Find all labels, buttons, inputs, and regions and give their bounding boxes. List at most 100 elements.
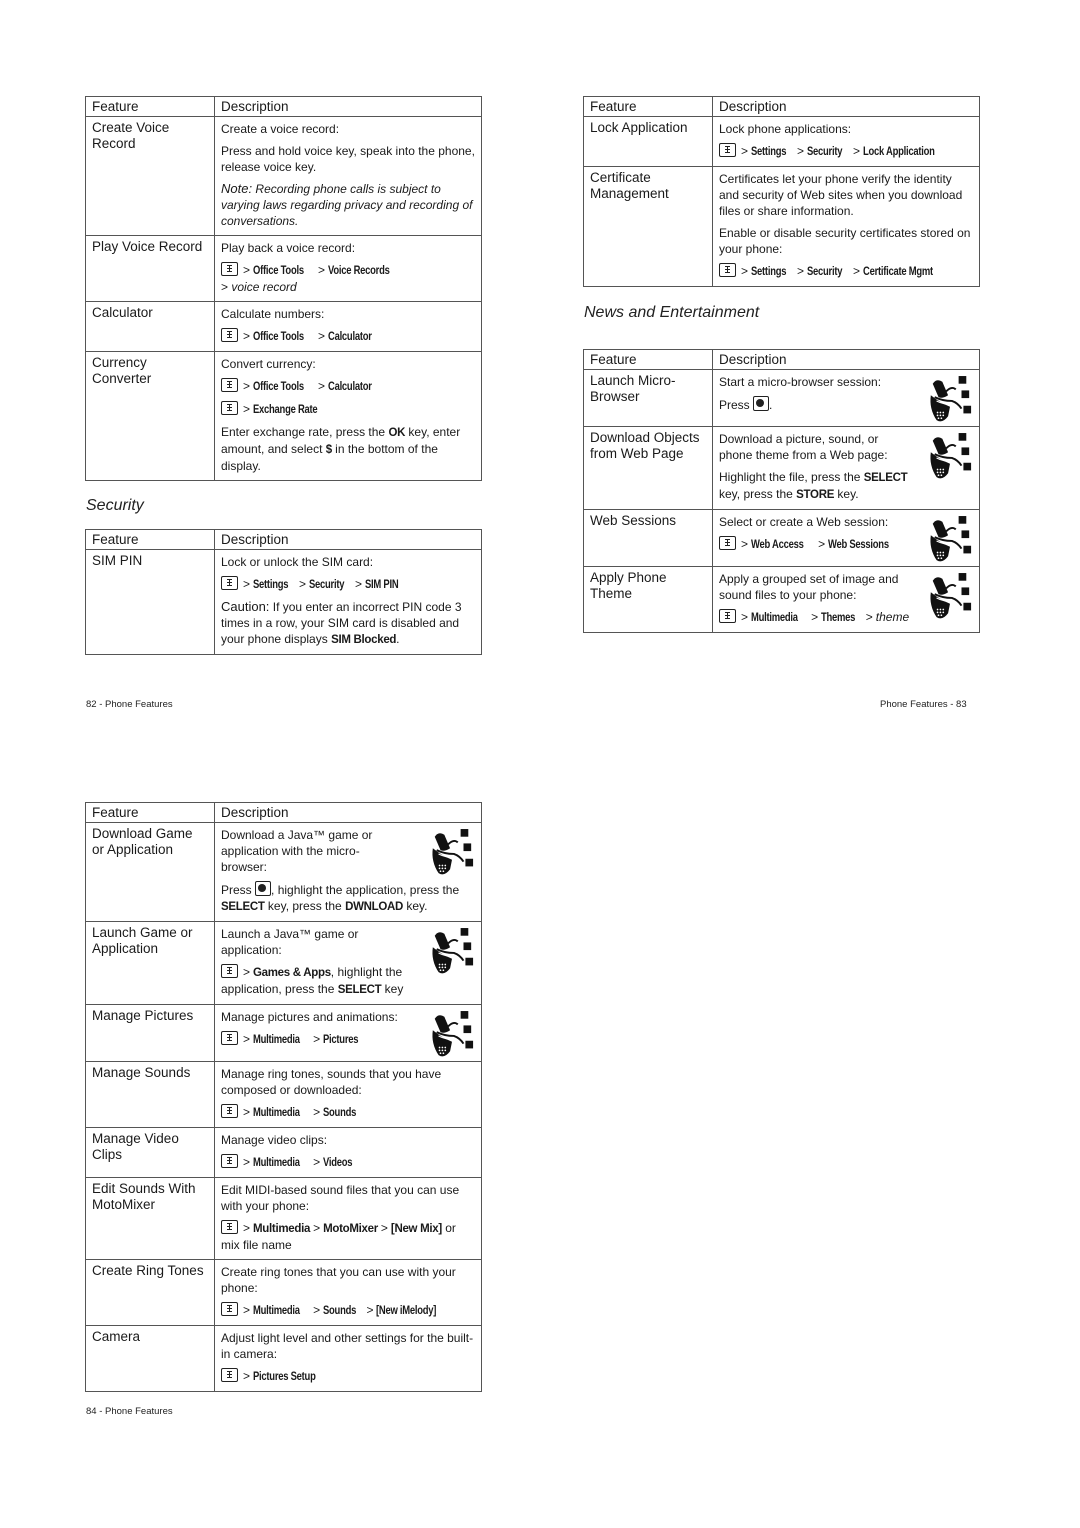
menu-path: > Office Tools > Calculator xyxy=(221,378,475,395)
note: Note: Recording phone calls is subject t… xyxy=(221,181,475,229)
feature-name: Edit Sounds With MotoMixer xyxy=(85,1177,215,1260)
desc-text: Manage ring tones, sounds that you have … xyxy=(221,1067,442,1097)
path-separator: > xyxy=(313,1303,321,1317)
menu-key-icon xyxy=(221,1154,238,1168)
feature-description: Lock or unlock the SIM card: > Settings > S… xyxy=(214,549,482,655)
browser-key-icon xyxy=(255,881,272,896)
menu-path: > Office Tools > Calculator xyxy=(221,328,475,345)
menu-path: > Multimedia > Sounds xyxy=(221,1104,475,1121)
feature-name: Download Objects from Web Page xyxy=(583,426,713,510)
menu-item: Videos xyxy=(323,1157,353,1169)
menu-key-icon xyxy=(221,1220,238,1234)
table-row: Lock Application Lock phone applications… xyxy=(583,116,980,167)
feature-description: Manage pictures and animations: > Multime… xyxy=(214,1004,482,1062)
page-footer-82: 82 - Phone Features xyxy=(86,699,173,710)
table-row: Certificate Management Certificates let … xyxy=(583,166,980,287)
feature-description: Manage video clips: > Multimedia > Videos xyxy=(214,1127,482,1178)
table-row: Create Voice Record Create a voice recor… xyxy=(85,116,482,236)
softkey-label: SELECT xyxy=(337,984,382,996)
table-row: Web Sessions Select or create a Web sess… xyxy=(583,509,980,567)
menu-item: Web Sessions xyxy=(828,539,889,551)
feature-name: Download Game or Application xyxy=(85,822,215,922)
menu-path: > Multimedia > MotoMixer > [New Mix] or mix f… xyxy=(221,1220,475,1253)
menu-key-icon xyxy=(221,1104,238,1118)
text: key xyxy=(381,982,404,996)
feature-name: SIM PIN xyxy=(85,549,215,655)
feature-name: Manage Video Clips xyxy=(85,1127,215,1178)
path-separator: > xyxy=(243,577,251,591)
feature-description: Download a picture, sound, or phone them… xyxy=(712,426,980,510)
note-text: Recording phone calls is subject to vary… xyxy=(221,182,473,228)
feature-description: Adjust light level and other settings fo… xyxy=(214,1325,482,1392)
menu-key-icon xyxy=(221,378,238,392)
softkey-label: SELECT xyxy=(863,472,908,484)
path-separator: > xyxy=(811,610,819,624)
feature-name: Certificate Management xyxy=(583,166,713,287)
menu-item: Multimedia xyxy=(253,1107,300,1119)
feature-name: Manage Pictures xyxy=(85,1004,215,1062)
desc-text: Enable or disable security certificates … xyxy=(719,226,971,256)
path-separator: > xyxy=(354,577,362,591)
text: . xyxy=(396,632,400,646)
menu-item: Settings xyxy=(751,266,787,278)
path-separator: > xyxy=(243,1303,251,1317)
feature-name: Launch Micro-Browser xyxy=(583,369,713,427)
page-footer-83: Phone Features - 83 xyxy=(880,699,967,710)
text: Press xyxy=(719,398,750,412)
description-header: Description xyxy=(214,96,482,117)
note-label: Note: xyxy=(221,181,253,196)
desc-text: Convert currency: xyxy=(221,357,316,371)
feature-name: Calculator xyxy=(85,301,215,352)
table-row: Create Ring Tones Create ring tones that… xyxy=(85,1259,482,1326)
menu-item: Security xyxy=(807,266,843,278)
menu-item-variable: voice record xyxy=(231,280,297,294)
desc-text: Calculate numbers: xyxy=(221,307,325,321)
feature-description: Select or create a Web session: > Web Acc… xyxy=(712,509,980,567)
desc-text: Edit MIDI-based sound files that you can… xyxy=(221,1183,460,1213)
text: , highlight the application, press the xyxy=(271,883,460,897)
path-separator: > xyxy=(313,1105,321,1119)
path-separator: > xyxy=(313,1221,321,1235)
path-separator: > xyxy=(796,144,804,158)
path-separator: > xyxy=(243,379,251,393)
menu-key-icon xyxy=(221,328,238,342)
softkey-label: STORE xyxy=(796,489,835,501)
feature-name: Web Sessions xyxy=(583,509,713,567)
description-header: Description xyxy=(712,349,980,370)
table-row: Calculator Calculate numbers: > Office To… xyxy=(85,301,482,352)
desc-text: Certificates let your phone verify the i… xyxy=(719,172,963,218)
softkey-label: OK xyxy=(388,427,406,439)
text: key, press the xyxy=(719,487,797,501)
menu-path: > Office Tools > Voice Records > voice recor… xyxy=(221,262,475,295)
feature-description: Lock phone applications: > Settings > Secur… xyxy=(712,116,980,167)
feature-description: Create a voice record: Press and hold vo… xyxy=(214,116,482,236)
java-phone-icon xyxy=(929,375,973,423)
feature-description: Apply a grouped set of image and sound f… xyxy=(712,566,980,633)
path-separator: > xyxy=(380,1221,388,1235)
path-separator: > xyxy=(818,537,826,551)
feature-header: Feature xyxy=(85,802,215,823)
path-separator: > xyxy=(865,610,873,624)
menu-item: Security xyxy=(309,579,345,591)
path-separator: > xyxy=(313,1155,321,1169)
feature-name: Camera xyxy=(85,1325,215,1392)
feature-name: Lock Application xyxy=(583,116,713,167)
menu-key-icon xyxy=(221,1368,238,1382)
java-phone-icon xyxy=(929,572,973,620)
menu-item: [New iMelody] xyxy=(376,1305,437,1317)
path-separator: > xyxy=(318,329,326,343)
feature-description: Convert currency: > Office Tools > Calculat… xyxy=(214,351,482,481)
menu-key-icon xyxy=(221,1302,238,1316)
path-separator: > xyxy=(741,144,749,158)
table-row: Download Game or Application Download a … xyxy=(85,822,482,922)
menu-item: SIM PIN xyxy=(365,579,399,591)
feature-description: Start a micro-browser session: Press . xyxy=(712,369,980,427)
feature-header: Feature xyxy=(583,96,713,117)
menu-item: Settings xyxy=(751,146,787,158)
feature-name: Launch Game or Application xyxy=(85,921,215,1005)
menu-path: > Settings > Security > Lock Application xyxy=(719,143,973,160)
feature-name: Manage Sounds xyxy=(85,1061,215,1128)
table-row: SIM PIN Lock or unlock the SIM card: > Se… xyxy=(85,549,482,655)
feature-description: Calculate numbers: > Office Tools > Calcula… xyxy=(214,301,482,352)
desc-text: Press , highlight the application, press… xyxy=(221,881,475,915)
